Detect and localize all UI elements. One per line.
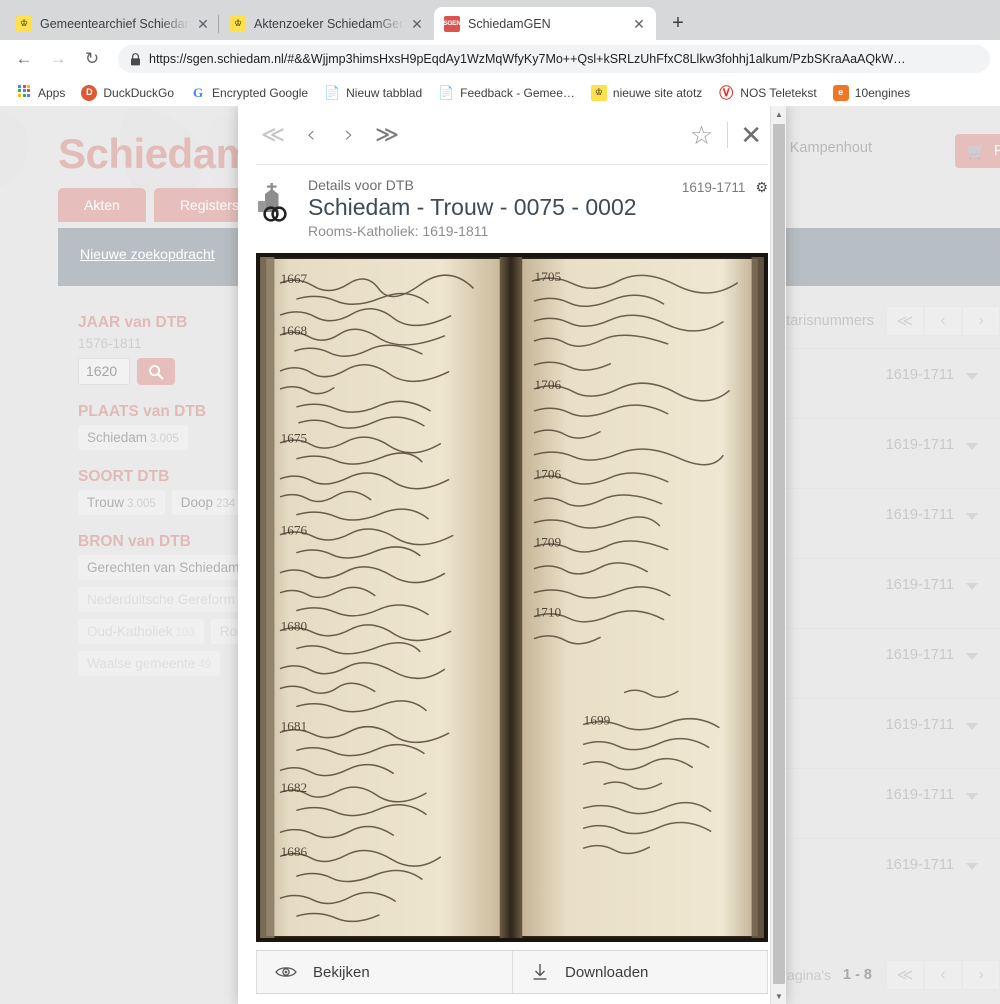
bookmark-feedback[interactable]: 📄 Feedback - Gemee… <box>430 81 583 105</box>
bookmark-duckduckgo[interactable]: D DuckDuckGo <box>73 81 182 105</box>
back-arrow-icon[interactable]: ← <box>10 45 38 73</box>
download-icon <box>531 963 549 981</box>
modal-prev-button[interactable]: ‹ <box>294 118 328 152</box>
duckduckgo-icon: D <box>81 84 98 101</box>
bookmark-nos-teletekst[interactable]: Ⓥ NOS Teletekst <box>710 81 824 105</box>
modal-navigation: ≪ ‹ › ≫ ☆ ✕ <box>238 106 786 164</box>
downloaden-button[interactable]: Downloaden <box>512 951 767 993</box>
apps-grid-icon <box>16 84 32 101</box>
browser-tab-3[interactable]: SGEN SchiedamGEN ✕ <box>434 7 656 40</box>
svg-text:1709: 1709 <box>535 535 562 550</box>
scrollbar-thumb[interactable] <box>773 124 785 984</box>
svg-text:1705: 1705 <box>535 269 562 284</box>
nos-icon: Ⓥ <box>719 84 734 101</box>
lion-favicon: ♔ <box>16 15 32 32</box>
browser-tab-2[interactable]: ♔ Aktenzoeker SchiedamGen | Gem ✕ <box>218 7 434 40</box>
svg-text:1682: 1682 <box>281 780 308 795</box>
address-bar[interactable]: https://sgen.schiedam.nl/#&&Wjjmp3himsHx… <box>118 45 990 73</box>
svg-text:1668: 1668 <box>281 323 308 338</box>
tab-title: Gemeentearchief Schiedam | Gem <box>40 16 190 31</box>
tab-title: SchiedamGEN <box>468 16 551 31</box>
browser-tabstrip: ♔ Gemeentearchief Schiedam | Gem ✕ ♔ Akt… <box>0 0 1000 40</box>
url-text: https://sgen.schiedam.nl/#&&Wjjmp3himsHx… <box>149 52 906 66</box>
browser-toolbar: ← → ↻ https://sgen.schiedam.nl/#&&Wjjmp3… <box>0 40 1000 78</box>
bookmark-apps[interactable]: Apps <box>8 81 73 105</box>
bookmark-label: Encrypted Google <box>212 85 309 100</box>
new-tab-button[interactable]: + <box>664 9 692 37</box>
scroll-up-icon[interactable]: ▲ <box>771 106 787 122</box>
close-icon[interactable]: ✕ <box>408 15 426 33</box>
bookmark-label: 10engines <box>854 85 911 100</box>
modal-first-button[interactable]: ≪ <box>256 118 290 152</box>
bookmark-label: Apps <box>38 85 66 100</box>
document-icon: 📄 <box>324 85 341 100</box>
scroll-down-icon[interactable]: ▼ <box>771 988 787 1004</box>
church-rings-icon <box>258 182 287 222</box>
bookmark-label: DuckDuckGo <box>103 85 175 100</box>
divider <box>727 122 729 148</box>
star-outline-icon[interactable]: ☆ <box>682 122 721 148</box>
bookmark-nieuwe-site-atotz[interactable]: ♔ nieuwe site atotz <box>583 81 710 105</box>
close-icon[interactable]: ✕ <box>194 15 212 33</box>
modal-scrollbar[interactable]: ▲ ▼ <box>770 106 786 1004</box>
svg-text:1667: 1667 <box>281 271 308 286</box>
10engines-icon: e <box>832 84 849 101</box>
svg-text:1699: 1699 <box>584 712 611 727</box>
lock-icon <box>130 52 141 66</box>
bookmark-label: NOS Teletekst <box>740 85 817 100</box>
svg-text:1710: 1710 <box>535 605 562 620</box>
modal-header: 1619-1711 ⚙ Details voor DTB Schiedam - … <box>238 165 786 245</box>
bekijken-button[interactable]: Bekijken <box>257 951 512 993</box>
close-icon[interactable]: ✕ <box>630 15 648 33</box>
action-label: Downloaden <box>565 963 649 981</box>
lion-favicon: ♔ <box>590 84 607 101</box>
svg-text:1676: 1676 <box>281 523 308 538</box>
svg-text:1686: 1686 <box>281 844 308 859</box>
page-viewport: SchiedamG J. van Kampenhout 🛒 Fav Akten … <box>0 106 1000 1004</box>
svg-text:1706: 1706 <box>535 377 562 392</box>
bookmark-nieuw-tabblad[interactable]: 📄 Nieuw tabblad <box>316 81 430 105</box>
gear-icon[interactable]: ⚙ <box>755 179 768 196</box>
eye-icon <box>275 965 297 979</box>
reload-icon[interactable]: ↻ <box>78 45 106 73</box>
browser-window: ♔ Gemeentearchief Schiedam | Gem ✕ ♔ Akt… <box>0 0 1000 1004</box>
bookmark-10engines[interactable]: e 10engines <box>825 81 918 105</box>
google-icon: G <box>192 85 204 100</box>
bookmarks-bar: Apps D DuckDuckGo G Encrypted Google 📄 N… <box>0 78 1000 108</box>
modal-title: Schiedam - Trouw - 0075 - 0002 <box>308 193 637 220</box>
browser-tab-1[interactable]: ♔ Gemeentearchief Schiedam | Gem ✕ <box>6 7 220 40</box>
modal-last-button[interactable]: ≫ <box>370 118 404 152</box>
modal-next-button[interactable]: › <box>332 118 366 152</box>
svg-text:1706: 1706 <box>535 467 562 482</box>
document-icon: 📄 <box>438 85 455 100</box>
action-label: Bekijken <box>313 963 370 981</box>
tab-title: Aktenzoeker SchiedamGen | Gem <box>254 16 404 31</box>
sgen-favicon: SGEN <box>443 15 461 32</box>
close-icon[interactable]: ✕ <box>734 122 768 148</box>
lion-favicon: ♔ <box>230 15 246 32</box>
bookmark-label: nieuwe site atotz <box>612 85 703 100</box>
modal-date-range: 1619-1711 <box>681 179 746 195</box>
manuscript-image[interactable]: 1667 1668 1675 1676 1680 1681 1682 1686 1705… <box>256 252 768 942</box>
svg-text:1675: 1675 <box>281 431 308 446</box>
modal-action-bar: Bekijken Downloaden <box>256 950 768 994</box>
bookmark-encrypted-google[interactable]: G Encrypted Google <box>182 81 316 105</box>
svg-text:1680: 1680 <box>281 619 308 634</box>
modal-body: ≪ ‹ › ≫ ☆ ✕ 1619-1711 ⚙ Details voor DTB… <box>238 106 786 1004</box>
svg-text:1681: 1681 <box>281 718 308 733</box>
detail-modal: ≪ ‹ › ≫ ☆ ✕ 1619-1711 ⚙ Details voor DTB… <box>238 106 786 1004</box>
bookmark-label: Nieuw tabblad <box>346 85 423 100</box>
forward-arrow-icon[interactable]: → <box>44 45 72 73</box>
modal-subtitle: Rooms-Katholiek: 1619-1811 <box>308 222 489 239</box>
bookmark-label: Feedback - Gemee… <box>460 85 575 100</box>
